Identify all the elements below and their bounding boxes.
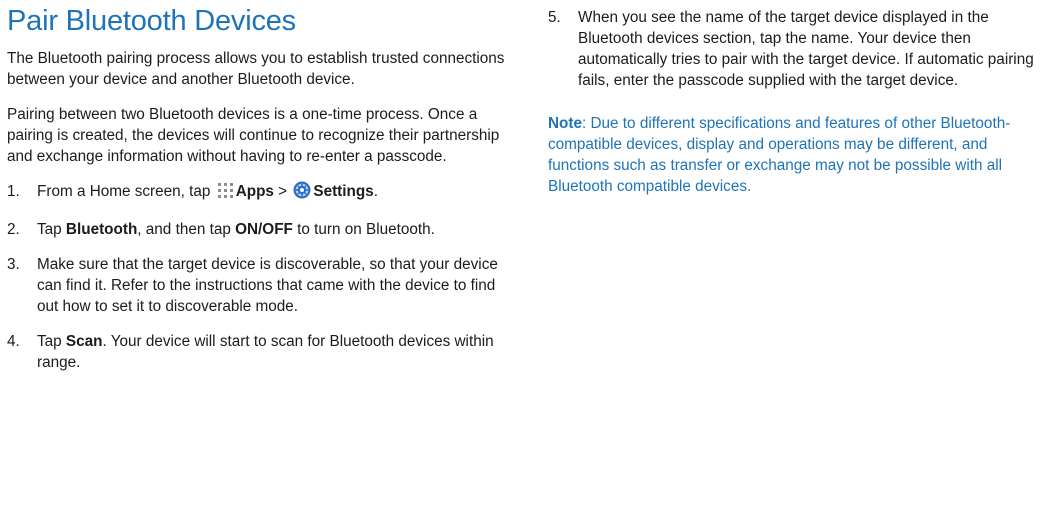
step-item: 2. Tap Bluetooth, and then tap ON/OFF to… [7,219,507,240]
intro-paragraph: Pairing between two Bluetooth devices is… [7,106,500,165]
step-text-end: . Your device will start to scan for Blu… [37,333,494,371]
step-item: 4. Tap Scan. Your device will start to s… [7,331,507,373]
left-column: Pair Bluetooth Devices The Bluetooth pai… [7,0,507,387]
step-number: 2. [7,221,20,238]
step-number: 3. [7,256,20,273]
steps-list-continued: 5. When you see the name of the target d… [548,7,1050,91]
right-column: 5. When you see the name of the target d… [548,0,1050,197]
apps-grid-icon [217,182,234,205]
step-text: When you see the name of the target devi… [578,9,1034,89]
step-number: 1. [7,183,20,200]
step-number: 4. [7,333,20,350]
step-item: 1. From a Home screen, tap Apps > Settin… [7,181,507,205]
step-text: Tap [37,333,66,350]
apps-label: Apps [235,183,274,200]
note-text: : Due to different specifications and fe… [548,115,1011,195]
steps-list: 1. From a Home screen, tap Apps > Settin… [7,181,507,373]
scan-label: Scan [65,333,103,350]
step-item: 5. When you see the name of the target d… [548,7,1050,91]
note-paragraph: Note: Due to different specifications an… [548,113,1050,197]
step-number: 5. [548,9,561,26]
settings-label: Settings [313,183,374,200]
step-text: From a Home screen, tap [37,183,215,200]
step-separator: > [273,183,292,200]
step-text: Tap [37,221,66,238]
step-text-end: to turn on Bluetooth. [292,221,435,238]
intro-paragraph: The Bluetooth pairing process allows you… [7,50,505,88]
onoff-label: ON/OFF [235,221,293,238]
bluetooth-label: Bluetooth [65,221,138,238]
page-title: Pair Bluetooth Devices [7,5,296,37]
step-text-end: . [373,183,378,200]
manual-page: Pair Bluetooth Devices The Bluetooth pai… [0,0,1050,520]
step-text: Make sure that the target device is disc… [37,256,498,315]
step-text-mid: , and then tap [137,221,236,238]
settings-gear-icon [293,181,311,205]
note-label: Note [548,115,582,132]
step-item: 3. Make sure that the target device is d… [7,254,507,317]
